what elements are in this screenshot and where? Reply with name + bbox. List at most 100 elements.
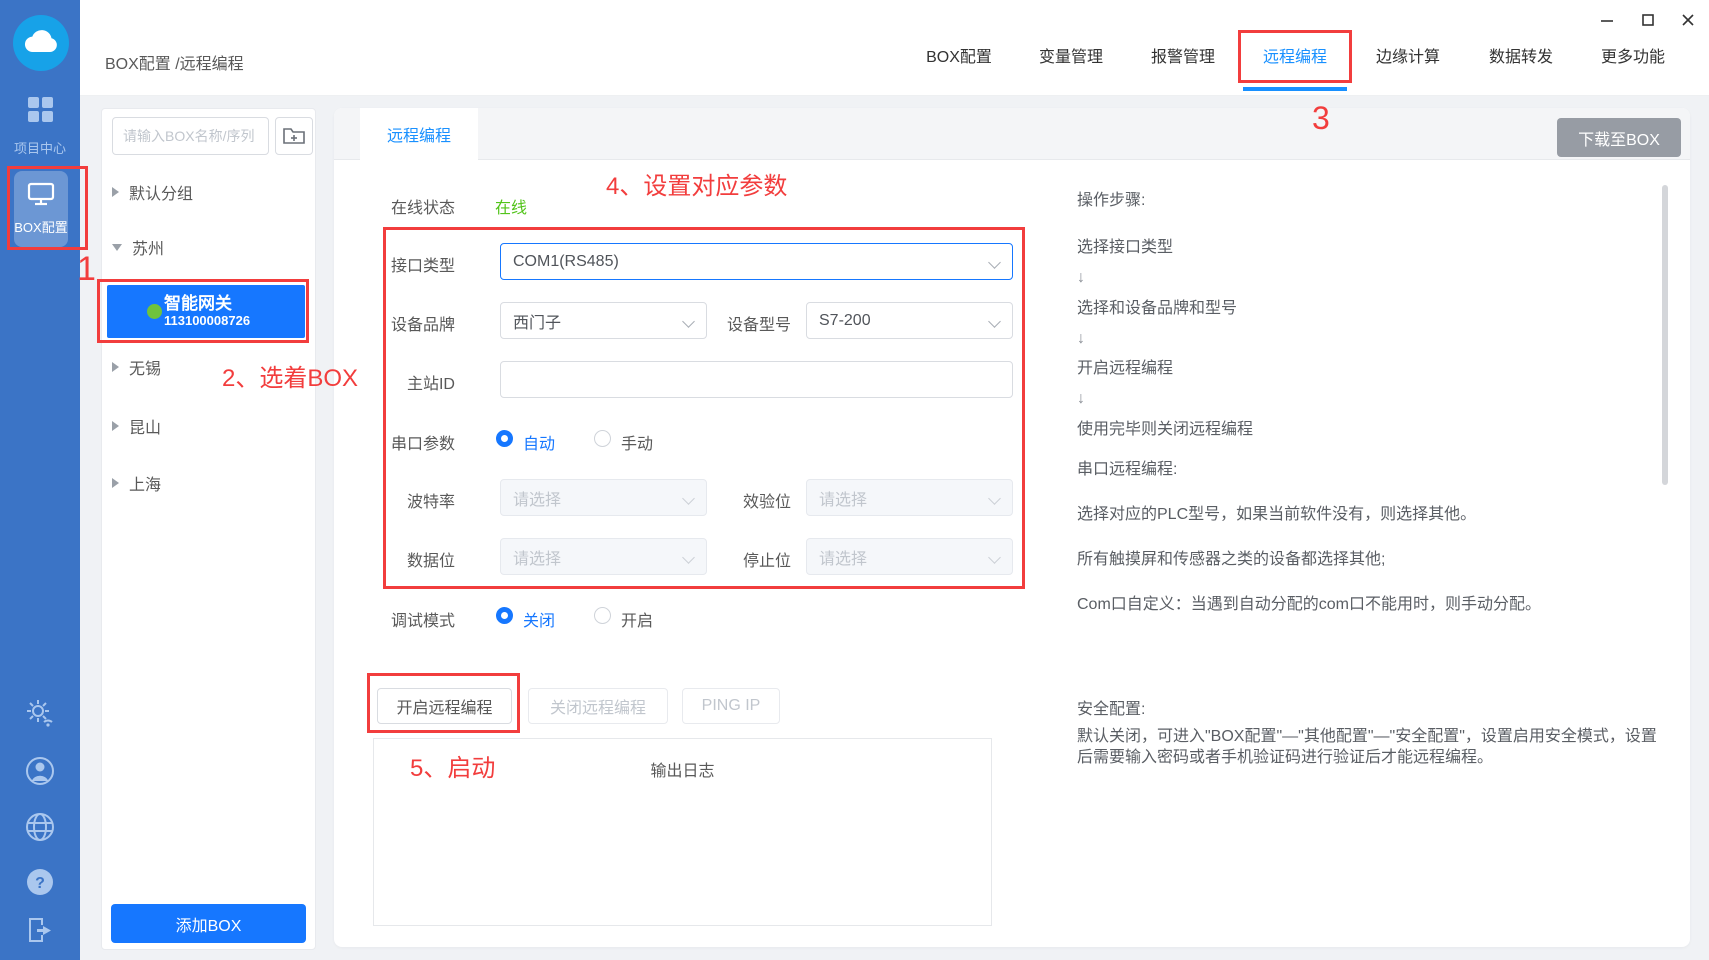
chevron-down-icon (988, 551, 1001, 564)
stop-remote-programming-button: 关闭远程编程 (528, 688, 668, 724)
serial-manual-radio[interactable] (594, 430, 611, 447)
start-remote-programming-button[interactable]: 开启远程编程 (377, 688, 512, 724)
master-id-label: 主站ID (345, 370, 455, 394)
tree-group-wuxi[interactable]: 无锡 (112, 355, 161, 379)
step-line: 使用完毕则关闭远程编程 (1077, 415, 1253, 445)
sidebar-item-box-config[interactable]: BOX配置 (14, 171, 68, 247)
arrow-down-icon: ↓ (1077, 324, 1253, 354)
tab-data-forwarding[interactable]: 数据转发 (1489, 43, 1553, 67)
security-help-title: 安全配置: (1077, 695, 1145, 719)
globe-icon[interactable] (0, 811, 80, 843)
serial-auto-label[interactable]: 自动 (523, 430, 555, 454)
tree-group-shanghai[interactable]: 上海 (112, 471, 161, 495)
minimize-button[interactable] (1597, 10, 1617, 30)
chevron-down-icon (988, 492, 1001, 505)
box-config-label: BOX配置 (14, 217, 67, 236)
cloud-icon (24, 28, 58, 59)
tab-remote-programming[interactable]: 远程编程 (1263, 43, 1327, 67)
interface-type-select[interactable]: COM1(RS485) (500, 243, 1013, 280)
serial-help-line: Com口自定义：当遇到自动分配的com口不能用时，则手动分配。 (1077, 590, 1541, 614)
master-id-input[interactable] (500, 361, 1013, 398)
caret-down-icon (112, 244, 122, 251)
step-line: 开启远程编程 (1077, 354, 1253, 384)
folder-plus-icon (283, 126, 305, 147)
data-bits-label: 数据位 (345, 547, 455, 571)
data-bits-select: 请选择 (500, 538, 707, 575)
chevron-down-icon (988, 256, 1001, 269)
download-to-box-button[interactable]: 下载至BOX (1557, 118, 1681, 157)
tab-more-functions[interactable]: 更多功能 (1601, 43, 1665, 67)
serial-help-line: 选择对应的PLC型号，如果当前软件没有，则选择其他。 (1077, 500, 1476, 524)
online-status-value: 在线 (495, 194, 527, 218)
interface-type-label: 接口类型 (345, 252, 455, 276)
caret-right-icon (112, 187, 119, 197)
tab-edge-computing[interactable]: 边缘计算 (1376, 43, 1440, 67)
parity-select: 请选择 (806, 479, 1013, 516)
tab-alarm-mgmt[interactable]: 报警管理 (1151, 43, 1215, 67)
account-icon[interactable] (0, 755, 80, 787)
title-bar (80, 0, 1709, 96)
content-tab-strip (334, 108, 1690, 160)
tree-group-default[interactable]: 默认分组 (112, 180, 193, 204)
baud-rate-select: 请选择 (500, 479, 707, 516)
add-box-button[interactable]: 添加BOX (111, 904, 306, 943)
device-brand-select[interactable]: 西门子 (500, 302, 707, 339)
serial-param-label: 串口参数 (345, 430, 455, 454)
vertical-scrollbar[interactable] (1662, 185, 1668, 485)
output-log-title: 输出日志 (373, 757, 992, 781)
online-status-label: 在线状态 (345, 194, 455, 218)
step-line: 选择接口类型 (1077, 233, 1253, 263)
maximize-button[interactable] (1638, 10, 1658, 30)
app-logo (13, 15, 69, 71)
caret-right-icon (112, 362, 119, 372)
serial-help-line: 所有触摸屏和传感器之类的设备都选择其他; (1077, 545, 1385, 569)
device-model-select[interactable]: S7-200 (806, 302, 1013, 339)
gateway-name: 智能网关 (164, 289, 232, 314)
svg-text:?: ? (35, 875, 45, 892)
close-button[interactable] (1678, 10, 1698, 30)
caret-right-icon (112, 421, 119, 431)
sidebar-item-project-center[interactable]: 项目中心 (0, 138, 80, 157)
device-brand-label: 设备品牌 (345, 311, 455, 335)
active-tab-underline (1243, 87, 1347, 91)
arrow-down-icon: ↓ (1077, 263, 1253, 293)
ping-ip-button: PING IP (682, 688, 780, 724)
breadcrumb: BOX配置 /远程编程 (105, 50, 244, 74)
tab-remote-programming-content[interactable]: 远程编程 (360, 108, 478, 160)
serial-help-title: 串口远程编程: (1077, 455, 1177, 479)
tree-group-suzhou[interactable]: 苏州 (112, 235, 164, 259)
steps-list: 选择接口类型 ↓ 选择和设备品牌和型号 ↓ 开启远程编程 ↓ 使用完毕则关闭远程… (1077, 233, 1253, 445)
device-model-label: 设备型号 (681, 311, 791, 335)
chevron-down-icon (988, 315, 1001, 328)
monitor-icon (27, 182, 55, 211)
debug-off-radio[interactable] (496, 607, 513, 624)
serial-manual-label[interactable]: 手动 (621, 430, 653, 454)
security-help-text: 默认关闭，可进入"BOX配置"—"其他配置"—"安全配置"，设置启用安全模式，设… (1077, 726, 1669, 768)
search-input[interactable] (112, 117, 269, 155)
caret-right-icon (112, 478, 119, 488)
arrow-down-icon: ↓ (1077, 384, 1253, 414)
steps-title: 操作步骤: (1077, 186, 1145, 210)
stop-bits-select: 请选择 (806, 538, 1013, 575)
baud-rate-label: 波特率 (345, 488, 455, 512)
debug-mode-label: 调试模式 (345, 607, 455, 631)
project-center-icon[interactable] (28, 97, 53, 122)
step-line: 选择和设备品牌和型号 (1077, 294, 1253, 324)
add-group-button[interactable] (275, 117, 313, 155)
serial-auto-radio[interactable] (496, 430, 513, 447)
tab-box-config[interactable]: BOX配置 (926, 43, 992, 67)
debug-on-radio[interactable] (594, 607, 611, 624)
tree-item-gateway-selected[interactable]: 智能网关 113100008726 (107, 285, 305, 338)
app-window: BOX配置 /远程编程 BOX配置 变量管理 报警管理 远程编程 边缘计算 数据… (0, 0, 1709, 960)
online-status-dot (147, 304, 162, 319)
gateway-serial: 113100008726 (164, 313, 250, 328)
settings-gear-icon[interactable] (0, 698, 80, 728)
logout-icon[interactable] (0, 915, 80, 945)
debug-on-label[interactable]: 开启 (621, 607, 653, 631)
help-icon[interactable]: ? (0, 867, 80, 897)
stop-bits-label: 停止位 (681, 547, 791, 571)
tree-group-kunshan[interactable]: 昆山 (112, 414, 161, 438)
debug-off-label[interactable]: 关闭 (523, 607, 555, 631)
parity-label: 效验位 (681, 488, 791, 512)
tab-variable-mgmt[interactable]: 变量管理 (1039, 43, 1103, 67)
